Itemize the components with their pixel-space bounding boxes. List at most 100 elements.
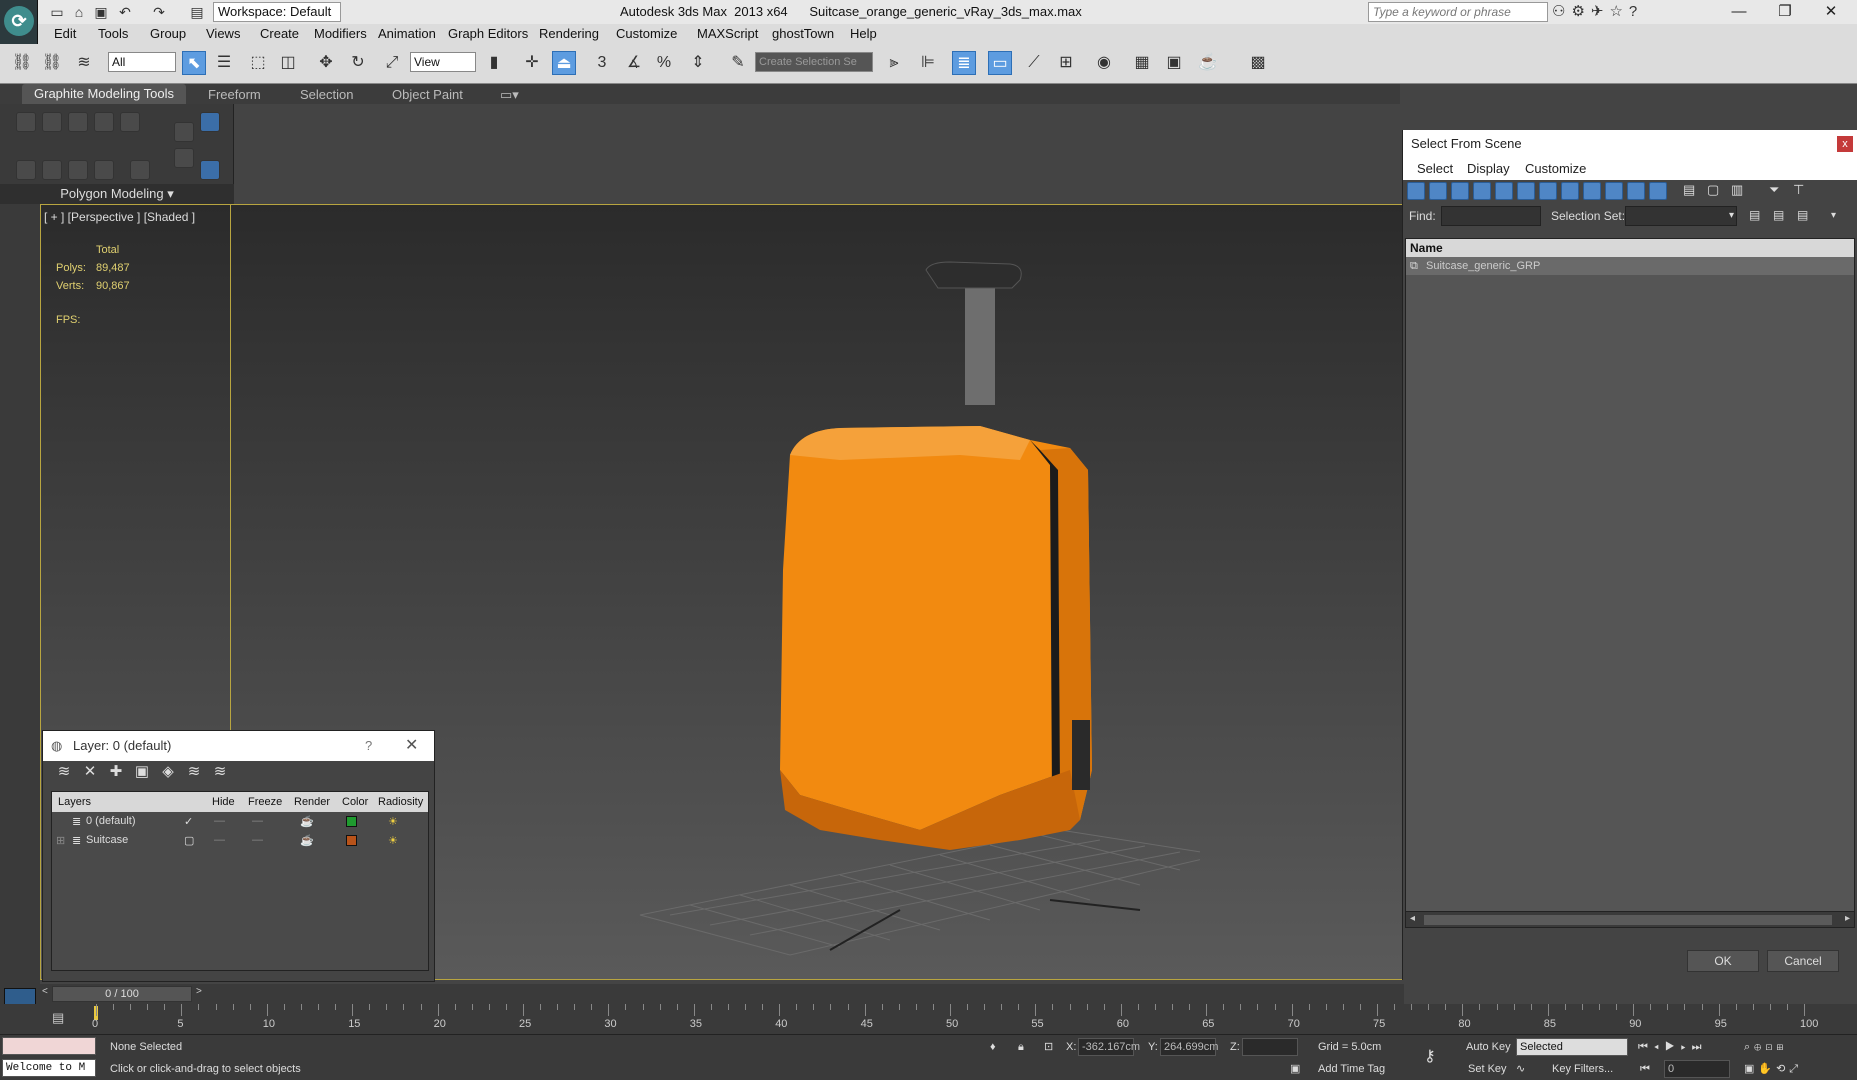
tab-selection[interactable]: Selection	[300, 87, 353, 102]
ok-button[interactable]: OK	[1687, 950, 1759, 972]
preview-icon[interactable]	[42, 160, 62, 180]
render-teapot-icon[interactable]: ☕	[300, 834, 314, 847]
isolate-icon[interactable]: ♦	[990, 1037, 996, 1057]
select-by-name-icon[interactable]: ☰	[212, 51, 236, 75]
schematic-view-icon[interactable]: ⊞	[1054, 51, 1078, 75]
layer-dialog-close-icon[interactable]: ✕	[405, 731, 418, 761]
generate-topology-icon[interactable]	[130, 160, 150, 180]
layer-name[interactable]: 0 (default)	[86, 815, 136, 827]
help-toolbar-icons[interactable]: ⚇⚙✈☆?	[1552, 2, 1692, 22]
options-arrow-icon[interactable]: ▾	[1831, 210, 1836, 221]
menu-help[interactable]: Help	[850, 26, 877, 41]
menu-display[interactable]: Display	[1467, 161, 1510, 176]
keyboard-shortcut-override-icon[interactable]: ⏏	[552, 51, 576, 75]
menu-ghosttown[interactable]: ghostTown	[772, 26, 834, 41]
use-nurms-icon[interactable]	[94, 160, 114, 180]
select-objects-icon[interactable]: ◈	[155, 761, 181, 783]
radiosity-icon[interactable]: ☀	[388, 834, 398, 847]
key-filters-button[interactable]: Key Filters...	[1552, 1059, 1613, 1079]
current-layer-box-icon[interactable]: ▢	[184, 834, 194, 847]
current-frame-field[interactable]: 0	[1664, 1060, 1730, 1078]
select-dialog-titlebar[interactable]: Select From Scene x	[1403, 130, 1857, 158]
hide-all-icon[interactable]: ≋	[207, 761, 233, 783]
save-icon[interactable]: ▣	[92, 3, 110, 21]
layer-row[interactable]: ≣ 0 (default) ✓ — — ☕ ☀	[52, 812, 428, 831]
modify-mode-icon[interactable]	[174, 122, 194, 142]
layer-dialog-titlebar[interactable]: ◍ Layer: 0 (default) ? ✕	[43, 731, 434, 761]
key-curve-icon[interactable]: ∿	[1516, 1059, 1525, 1079]
render-teapot-icon[interactable]: ☕	[1196, 51, 1220, 75]
open-file-icon[interactable]: ⌂	[70, 3, 88, 21]
workspace-dropdown[interactable]: Workspace: Default	[213, 2, 341, 22]
horizontal-scrollbar[interactable]: ◂ ▸	[1406, 911, 1854, 927]
close-icon[interactable]: ✕	[1808, 0, 1854, 24]
render-teapot-icon[interactable]: ☕	[300, 815, 314, 828]
rendered-frame-icon[interactable]: ▣	[1162, 51, 1186, 75]
pivot-center-icon[interactable]: ▮	[482, 51, 506, 75]
display-frozen-icon[interactable]	[1627, 182, 1645, 200]
highlight-layer-icon[interactable]: ≋	[181, 761, 207, 783]
display-containers-icon[interactable]	[1605, 182, 1623, 200]
x-coordinate-field[interactable]: -362.167cm	[1078, 1038, 1140, 1056]
expand-icon[interactable]: ⊞	[56, 834, 65, 847]
menu-views[interactable]: Views	[206, 26, 240, 41]
scroll-right-icon[interactable]: ▸	[1845, 913, 1850, 924]
set-key-button[interactable]: Set Key	[1468, 1059, 1507, 1079]
project-folder-icon[interactable]: ▤	[188, 3, 206, 21]
y-coordinate-field[interactable]: 264.699cm	[1160, 1038, 1218, 1056]
angle-snap-icon[interactable]: ∡	[622, 51, 646, 75]
freeze-toggle[interactable]: —	[252, 834, 263, 846]
reference-coord-dropdown[interactable]: View	[410, 52, 476, 72]
maxscript-listener[interactable]: Welcome to M	[2, 1059, 96, 1077]
z-coordinate-field[interactable]	[1242, 1038, 1298, 1056]
key-mode-dropdown[interactable]: Selected	[1516, 1038, 1628, 1056]
help-search-input[interactable]: Type a keyword or phrase	[1368, 2, 1548, 22]
col-hide[interactable]: Hide	[212, 796, 235, 808]
snaps-toggle-icon[interactable]: 3	[590, 51, 614, 75]
checker-icon[interactable]: ▩	[1246, 51, 1270, 75]
display-bones-icon[interactable]	[1583, 182, 1601, 200]
menu-create[interactable]: Create	[260, 26, 299, 41]
window-crossing-icon[interactable]: ◫	[276, 51, 300, 75]
col-freeze[interactable]: Freeze	[248, 796, 282, 808]
new-file-icon[interactable]: ▭	[48, 3, 66, 21]
menu-rendering[interactable]: Rendering	[539, 26, 599, 41]
find-input[interactable]	[1441, 206, 1541, 226]
layer-manager-icon[interactable]: ≣	[952, 51, 976, 75]
hide-toggle[interactable]: —	[214, 815, 225, 827]
tab-freeform[interactable]: Freeform	[208, 87, 261, 102]
mirror-icon[interactable]: ⫸	[882, 51, 906, 75]
go-to-start-icon[interactable]: ⏮	[1640, 1059, 1650, 1079]
selection-set-dropdown[interactable]: ▾	[1625, 206, 1737, 226]
rectangular-selection-icon[interactable]: ⬚	[246, 51, 270, 75]
render-setup-icon[interactable]: ▦	[1130, 51, 1154, 75]
display-xrefs-icon[interactable]	[1561, 182, 1579, 200]
border-icon[interactable]	[68, 112, 88, 132]
app-logo[interactable]: ⟳	[0, 0, 38, 44]
remove-selection-set-icon[interactable]: ▤	[1773, 208, 1784, 222]
layer-color-swatch[interactable]	[346, 816, 357, 827]
menu-animation[interactable]: Animation	[378, 26, 436, 41]
absolute-mode-icon[interactable]: ⊡	[1044, 1037, 1053, 1057]
redo-icon[interactable]: ↷	[150, 3, 168, 21]
ignore-backfacing-icon[interactable]	[68, 160, 88, 180]
manipulate-icon[interactable]: ✛	[520, 51, 544, 75]
list-item[interactable]: ⧉ Suitcase_generic_GRP	[1406, 257, 1854, 275]
element-icon[interactable]	[120, 112, 140, 132]
radiosity-icon[interactable]: ☀	[388, 815, 398, 828]
filter-icon[interactable]: ⏷	[1769, 182, 1779, 198]
help-button[interactable]: ?	[365, 731, 372, 761]
named-selection-dropdown[interactable]: Create Selection Se	[755, 52, 873, 72]
layers-icon[interactable]: ≋	[51, 761, 77, 783]
rotate-icon[interactable]: ↻	[346, 51, 370, 75]
select-object-icon[interactable]: ⬉	[182, 51, 206, 75]
show-all-icon[interactable]	[200, 112, 220, 132]
next-frame-icon[interactable]: >	[196, 986, 202, 997]
pin-stack-icon[interactable]	[200, 160, 220, 180]
select-invert-icon[interactable]: ▥	[1731, 182, 1743, 198]
layer-name[interactable]: Suitcase	[86, 834, 128, 846]
col-render[interactable]: Render	[294, 796, 330, 808]
undo-icon[interactable]: ↶	[116, 3, 134, 21]
vertex-icon[interactable]	[16, 112, 36, 132]
scale-icon[interactable]: ⤢	[380, 51, 404, 75]
